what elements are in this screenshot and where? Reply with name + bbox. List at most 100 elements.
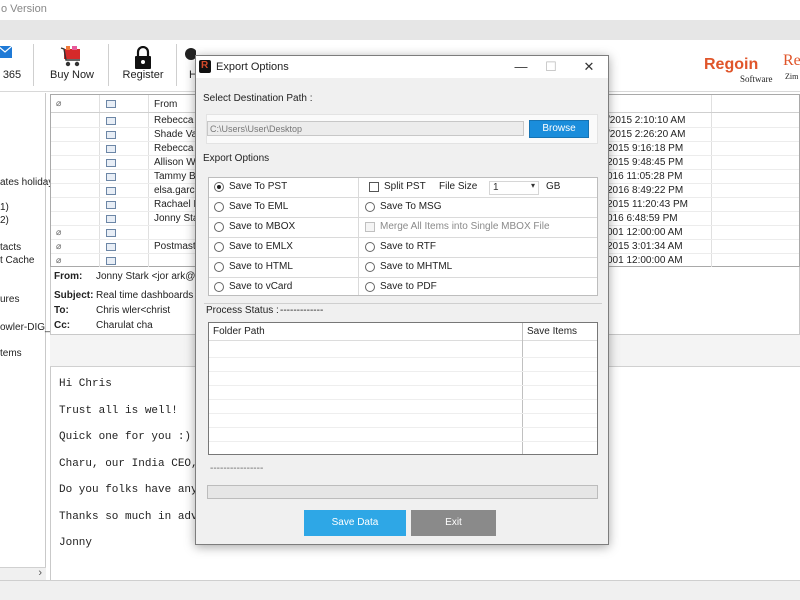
subject-value: Real time dashboards — [96, 290, 194, 301]
envelope-icon — [106, 145, 116, 153]
office365-button[interactable]: 365 — [0, 40, 24, 90]
option-save-to-eml[interactable]: Save To EML — [209, 198, 358, 218]
envelope-icon — [106, 215, 116, 223]
cloud-icon — [185, 48, 196, 60]
tree-item[interactable]: 2) — [0, 215, 9, 226]
envelope-icon — [106, 173, 116, 181]
radio-rtf[interactable] — [365, 242, 375, 252]
process-table-header: Folder Path Save Items — [209, 323, 597, 341]
option-save-to-pdf[interactable]: Save to PDF — [359, 278, 597, 298]
paperclip-icon: ⌀ — [56, 227, 62, 237]
envelope-column-icon — [106, 100, 116, 108]
to-value: Chris wler<christ — [96, 305, 171, 316]
register-label: Register — [122, 69, 164, 81]
save-items-header: Save Items — [527, 326, 578, 337]
save-data-button[interactable]: Save Data — [304, 510, 406, 536]
radio-pdf[interactable] — [365, 282, 375, 292]
maximize-icon: ☐ — [545, 59, 557, 74]
radio-mhtml[interactable] — [365, 262, 375, 272]
option-split-pst[interactable]: Split PST File Size 1 ▾ GB — [359, 178, 597, 198]
radio-mbox[interactable] — [214, 222, 224, 232]
envelope-icon — [106, 243, 116, 251]
table-row-line — [209, 385, 597, 386]
register-button[interactable]: Register — [118, 40, 168, 90]
table-row-line — [209, 413, 597, 414]
chevron-right-icon[interactable]: › — [38, 567, 42, 579]
cart-icon — [60, 46, 80, 67]
option-label: Save to MHTML — [380, 261, 453, 272]
option-save-to-mbox[interactable]: Save to MBOX — [209, 218, 358, 238]
title-band — [0, 20, 800, 40]
from-cell: Allison Wo — [154, 157, 202, 168]
tree-item[interactable]: tems — [0, 348, 22, 359]
option-merge-mbox: Merge All Items into Single MBOX File — [359, 218, 597, 238]
option-label: Save to RTF — [380, 241, 436, 252]
table-row-line — [209, 357, 597, 358]
subject-label: Subject: — [54, 290, 94, 301]
body-line: Jonny — [59, 537, 93, 549]
option-save-to-mhtml[interactable]: Save to MHTML — [359, 258, 597, 278]
option-save-to-pst[interactable]: Save To PST — [209, 178, 358, 198]
body-line: Hi Chris — [59, 378, 112, 390]
radio-pst[interactable] — [214, 182, 224, 192]
tree-item[interactable]: t Cache — [0, 255, 34, 266]
dialog-title-bar[interactable]: Export Options — ☐ ✕ — [196, 56, 608, 78]
radio-vcard[interactable] — [214, 282, 224, 292]
close-icon[interactable]: ✕ — [574, 58, 604, 76]
option-save-to-html[interactable]: Save to HTML — [209, 258, 358, 278]
date-cell: 2015 9:48:45 PM — [607, 157, 684, 168]
process-table: Folder Path Save Items — [208, 322, 598, 455]
body-line: Charu, our India CEO, — [59, 458, 198, 470]
radio-html[interactable] — [214, 262, 224, 272]
date-cell: 2015 9:16:18 PM — [607, 143, 684, 154]
minimize-icon[interactable]: — — [506, 58, 536, 76]
section-divider — [204, 303, 602, 304]
option-save-to-msg[interactable]: Save To MSG — [359, 198, 597, 218]
exit-button[interactable]: Exit — [411, 510, 496, 536]
envelope-icon — [106, 229, 116, 237]
radio-eml[interactable] — [214, 202, 224, 212]
option-label: Save To PST — [229, 181, 288, 192]
from-column-header[interactable]: From — [154, 99, 177, 110]
table-row-line — [209, 441, 597, 442]
option-save-to-vcard[interactable]: Save to vCard — [209, 278, 358, 298]
tree-item[interactable]: 1) — [0, 202, 9, 213]
date-cell: 016 6:48:59 PM — [607, 213, 678, 224]
tree-item[interactable]: ures — [0, 294, 19, 305]
date-cell: 016 11:05:28 PM — [607, 171, 683, 182]
option-save-to-rtf[interactable]: Save to RTF — [359, 238, 597, 258]
folder-tree: ates holiday 1) 2) tacts t Cache ures ow… — [0, 93, 53, 580]
option-label: Merge All Items into Single MBOX File — [380, 221, 550, 232]
app-title: o Version — [0, 0, 800, 20]
option-label: Save to vCard — [229, 281, 293, 292]
date-cell: 2016 8:49:22 PM — [607, 185, 684, 196]
paperclip-icon: ⌀ — [56, 255, 62, 265]
body-line: Thanks so much in adv — [59, 511, 198, 523]
export-options-label: Export Options — [203, 153, 270, 164]
process-status-value: ------------- — [280, 305, 324, 316]
browse-button[interactable]: Browse — [529, 120, 589, 138]
date-cell: 2015 3:01:34 AM — [607, 241, 683, 252]
option-label: Save to PDF — [380, 281, 437, 292]
radio-emlx[interactable] — [214, 242, 224, 252]
table-row-line — [209, 371, 597, 372]
file-size-select[interactable]: 1 ▾ — [489, 181, 539, 195]
status-dashes: ---------------- — [210, 463, 264, 474]
tree-item[interactable]: ates holiday — [0, 177, 53, 188]
date-cell: 001 12:00:00 AM — [607, 255, 683, 266]
tree-item[interactable]: tacts — [0, 242, 21, 253]
envelope-icon — [106, 131, 116, 139]
buy-now-label: Buy Now — [49, 69, 95, 81]
tree-scrollbar[interactable]: › — [0, 567, 46, 580]
file-size-label: File Size — [439, 181, 478, 192]
destination-path-input[interactable] — [207, 121, 524, 136]
radio-msg[interactable] — [365, 202, 375, 212]
tree-item[interactable]: owler-DIG_ — [0, 322, 51, 333]
status-bar — [0, 580, 800, 600]
split-pst-checkbox[interactable] — [369, 182, 379, 192]
dialog-title: Export Options — [216, 61, 289, 73]
to-row: To: Chris wler<christ — [54, 305, 170, 316]
option-save-to-emlx[interactable]: Save to EMLX — [209, 238, 358, 258]
envelope-icon — [106, 201, 116, 209]
buy-now-button[interactable]: Buy Now — [44, 40, 100, 90]
